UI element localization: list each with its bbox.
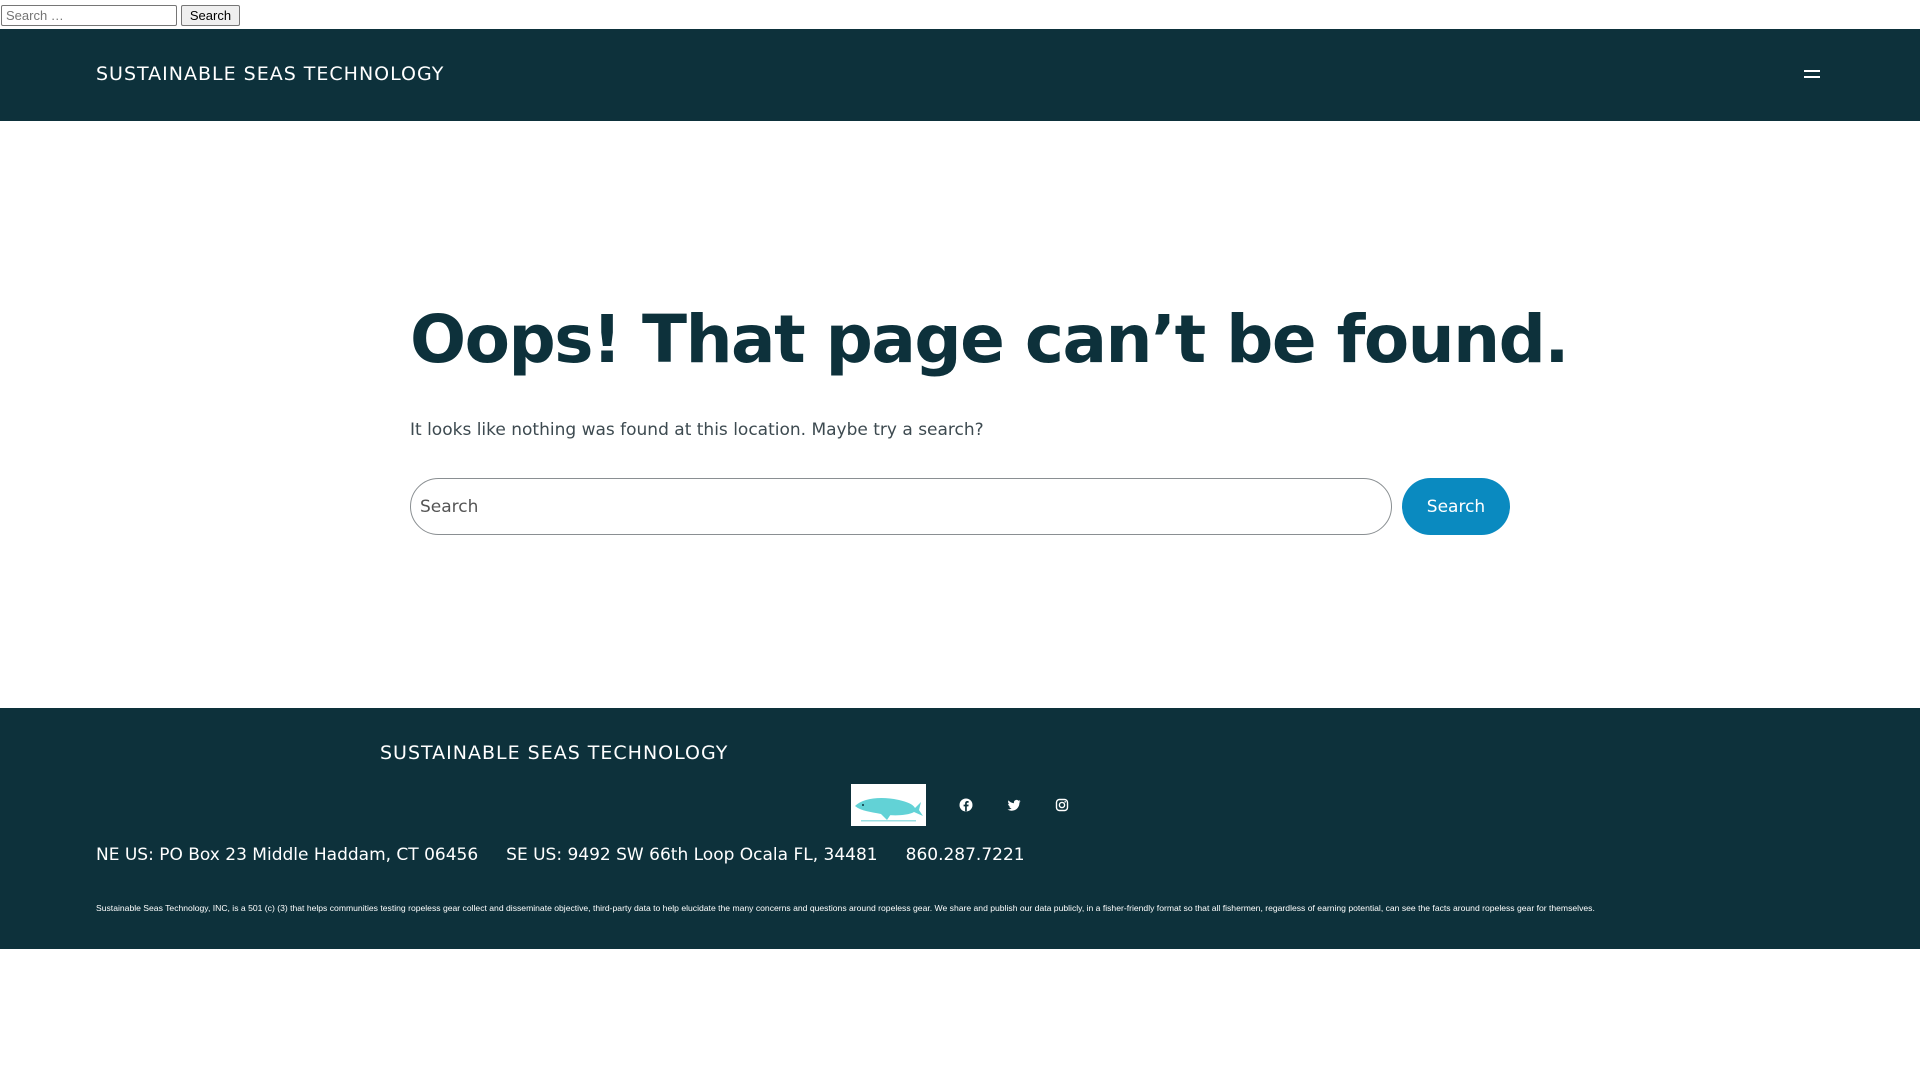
search-button[interactable]: Search: [1402, 478, 1510, 535]
footer-description: Sustainable Seas Technology, INC, is a 5…: [96, 903, 1595, 913]
facebook-icon[interactable]: [958, 797, 974, 813]
footer-contact-info: NE US: PO Box 23 Middle Haddam, CT 06456…: [96, 845, 1053, 865]
site-title-link[interactable]: SUSTAINABLE SEAS TECHNOLOGY: [96, 63, 444, 85]
page-description: It looks like nothing was found at this …: [410, 420, 984, 440]
twitter-icon[interactable]: [1006, 797, 1022, 813]
page-title: Oops! That page can’t be found.: [410, 301, 1569, 378]
site-footer: SUSTAINABLE SEAS TECHNOLOGY NE US: PO Bo…: [0, 708, 1920, 949]
address-ne: NE US: PO Box 23 Middle Haddam, CT 06456: [96, 845, 479, 865]
hamburger-menu-icon[interactable]: [1800, 65, 1824, 83]
footer-site-title[interactable]: SUSTAINABLE SEAS TECHNOLOGY: [380, 742, 728, 764]
search-input[interactable]: [410, 478, 1392, 535]
utility-search-button[interactable]: Search: [181, 5, 240, 26]
site-header: SUSTAINABLE SEAS TECHNOLOGY: [0, 29, 1920, 121]
whale-logo[interactable]: [851, 784, 926, 826]
phone-number[interactable]: 860.287.7221: [906, 845, 1025, 865]
instagram-icon[interactable]: [1054, 797, 1070, 813]
main-content: Oops! That page can’t be found. It looks…: [410, 290, 1569, 535]
address-se: SE US: 9492 SW 66th Loop Ocala FL, 34481: [506, 845, 878, 865]
utility-search-input[interactable]: [1, 5, 177, 26]
search-form: Search: [410, 478, 1510, 536]
utility-search-bar: Search: [0, 0, 1920, 29]
